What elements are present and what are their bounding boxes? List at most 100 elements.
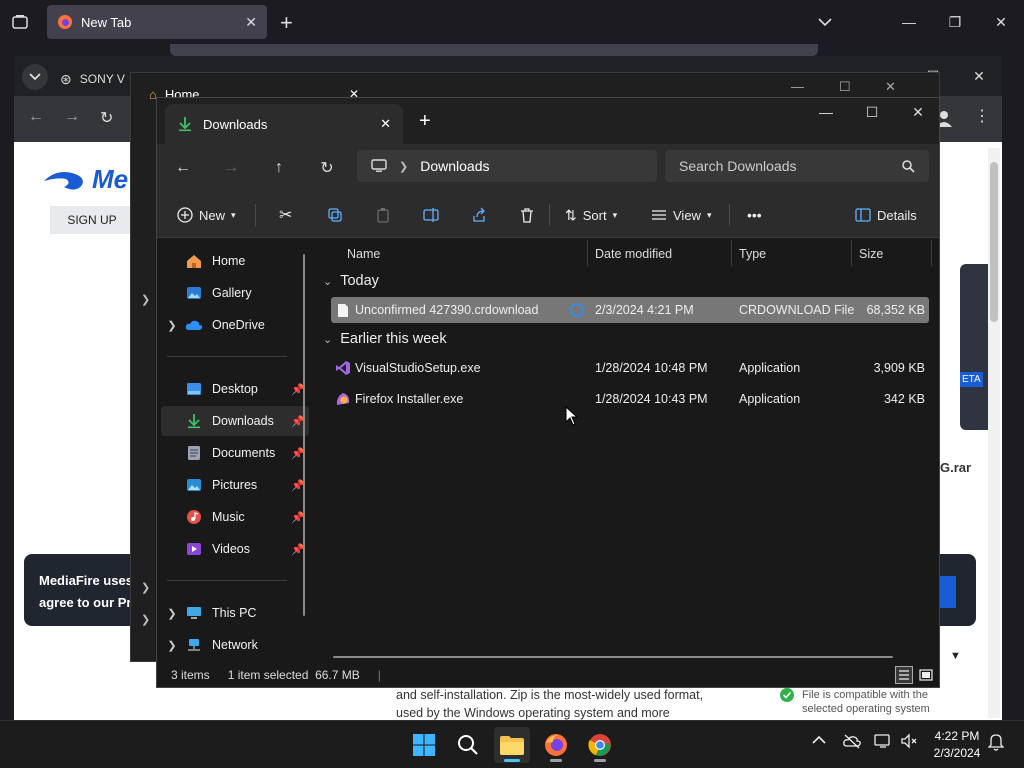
search-input[interactable]: Search Downloads bbox=[679, 158, 902, 174]
home-chevron-1[interactable]: ❯ bbox=[141, 293, 150, 306]
view-button[interactable]: View ▾ bbox=[643, 198, 719, 232]
details-pane-button[interactable]: Details bbox=[847, 198, 925, 232]
sidebar-item-gallery[interactable]: Gallery bbox=[161, 278, 309, 308]
home-max-icon[interactable]: ☐ bbox=[839, 79, 851, 95]
column-separator[interactable] bbox=[587, 240, 588, 266]
close-tab-icon[interactable]: ✕ bbox=[380, 116, 391, 132]
file-row-firefox-installer[interactable]: Firefox Installer.exe 1/28/2024 10:43 PM… bbox=[331, 386, 929, 412]
column-separator[interactable] bbox=[731, 240, 732, 266]
share-button[interactable] bbox=[463, 198, 495, 232]
chrome-menu-icon[interactable]: ⋮ bbox=[974, 106, 990, 126]
taskbar-file-explorer[interactable] bbox=[494, 727, 530, 763]
forward-arrow-icon[interactable]: → bbox=[213, 150, 249, 186]
back-arrow-icon[interactable]: ← bbox=[165, 150, 201, 186]
home-chevron-3[interactable]: ❯ bbox=[141, 613, 150, 626]
pin-icon[interactable]: 📌 bbox=[291, 543, 309, 556]
details-view-toggle-icon[interactable] bbox=[895, 666, 913, 684]
sidebar-item-documents[interactable]: Documents 📌 bbox=[161, 438, 309, 468]
cut-button[interactable]: ✂ bbox=[271, 198, 300, 232]
close-window-icon[interactable]: ✕ bbox=[978, 0, 1024, 44]
horizontal-scrollbar[interactable] bbox=[333, 656, 893, 658]
expand-chevron-icon[interactable]: ❯ bbox=[161, 319, 183, 332]
pin-icon[interactable]: 📌 bbox=[291, 479, 309, 492]
copy-button[interactable] bbox=[319, 198, 351, 232]
address-bar[interactable]: ❯ Downloads bbox=[357, 150, 657, 182]
sort-button[interactable]: ⇅ Sort ▾ bbox=[557, 198, 625, 232]
paste-button[interactable] bbox=[367, 198, 399, 232]
tray-overflow-chevron-icon[interactable] bbox=[812, 735, 826, 745]
view-list-icon bbox=[651, 209, 667, 221]
explorer-close-icon[interactable]: ✕ bbox=[895, 98, 941, 126]
scroll-down-arrow-icon[interactable]: ▼ bbox=[950, 650, 961, 662]
column-separator[interactable] bbox=[931, 240, 932, 266]
group-header-earlier[interactable]: ⌄ Earlier this week bbox=[323, 326, 447, 352]
maximize-icon[interactable]: ❐ bbox=[932, 0, 978, 44]
search-button[interactable] bbox=[450, 727, 486, 763]
banner-accept-button[interactable] bbox=[940, 576, 956, 608]
reload-icon[interactable]: ↻ bbox=[100, 108, 113, 128]
pin-icon[interactable]: 📌 bbox=[291, 383, 309, 396]
taskbar-clock[interactable]: 4:22 PM 2/3/2024 bbox=[926, 728, 988, 762]
delete-button[interactable] bbox=[511, 198, 543, 232]
pin-icon[interactable]: 📌 bbox=[291, 447, 309, 460]
mediafire-logo[interactable]: Me bbox=[42, 164, 128, 195]
navigation-pane: Home Gallery ❯ OneDrive Desktop 📌 Downlo… bbox=[157, 238, 315, 663]
taskbar-chrome[interactable] bbox=[582, 727, 618, 763]
minimize-icon[interactable]: — bbox=[886, 0, 932, 44]
volume-muted-tray-icon[interactable] bbox=[900, 733, 918, 749]
column-header-date[interactable]: Date modified bbox=[595, 242, 672, 266]
forward-arrow-icon[interactable]: → bbox=[64, 108, 80, 126]
sidebar-item-desktop[interactable]: Desktop 📌 bbox=[161, 374, 309, 404]
group-header-today[interactable]: ⌄ Today bbox=[323, 268, 379, 294]
notification-bell-icon[interactable] bbox=[988, 733, 1004, 751]
sidebar-item-videos[interactable]: Videos 📌 bbox=[161, 534, 309, 564]
taskbar-firefox[interactable] bbox=[538, 727, 574, 763]
sidebar-item-pictures[interactable]: Pictures 📌 bbox=[161, 470, 309, 500]
network-tray-icon[interactable] bbox=[874, 733, 892, 749]
firefox-tab-new-tab[interactable]: New Tab ✕ bbox=[47, 5, 267, 39]
refresh-icon[interactable]: ↻ bbox=[309, 150, 345, 186]
new-tab-plus-icon[interactable]: + bbox=[419, 110, 431, 133]
up-arrow-icon[interactable]: ↑ bbox=[261, 150, 297, 186]
back-arrow-icon[interactable]: ← bbox=[28, 108, 44, 126]
sidebar-item-onedrive[interactable]: ❯ OneDrive bbox=[161, 310, 309, 340]
column-header-name[interactable]: Name bbox=[347, 242, 380, 266]
pin-icon[interactable]: 📌 bbox=[291, 511, 309, 524]
sign-up-button[interactable]: SIGN UP bbox=[50, 206, 134, 234]
home-close-icon[interactable]: ✕ bbox=[885, 79, 896, 95]
sidebar-scrollbar[interactable] bbox=[303, 254, 305, 616]
onedrive-tray-icon[interactable] bbox=[842, 733, 862, 749]
expand-chevron-icon[interactable]: ❯ bbox=[161, 607, 183, 620]
close-tab-icon[interactable]: ✕ bbox=[245, 14, 257, 31]
sidebar-item-network[interactable]: ❯ Network bbox=[161, 630, 309, 660]
chrome-scrollbar[interactable] bbox=[988, 148, 1000, 718]
explorer-maximize-icon[interactable]: ☐ bbox=[849, 98, 895, 126]
pin-icon[interactable]: 📌 bbox=[291, 415, 309, 428]
breadcrumb-current[interactable]: Downloads bbox=[420, 158, 489, 174]
file-row-visualstudio[interactable]: VisualStudioSetup.exe 1/28/2024 10:48 PM… bbox=[331, 355, 929, 381]
firefox-tab-list-icon[interactable] bbox=[10, 12, 30, 32]
column-separator[interactable] bbox=[851, 240, 852, 266]
column-header-size[interactable]: Size bbox=[859, 242, 883, 266]
explorer-minimize-icon[interactable]: — bbox=[803, 98, 849, 126]
expand-chevron-icon[interactable]: ❯ bbox=[161, 639, 183, 652]
sidebar-item-this-pc[interactable]: ❯ This PC bbox=[161, 598, 309, 628]
tiles-view-toggle-icon[interactable] bbox=[917, 666, 935, 684]
explorer-tab-downloads[interactable]: Downloads ✕ bbox=[165, 104, 403, 144]
home-min-icon[interactable]: — bbox=[791, 79, 804, 94]
sidebar-item-music[interactable]: Music 📌 bbox=[161, 502, 309, 532]
file-row-crdownload[interactable]: Unconfirmed 427390.crdownload 2/3/2024 4… bbox=[331, 297, 929, 323]
search-box[interactable]: Search Downloads bbox=[665, 150, 929, 182]
start-button[interactable] bbox=[406, 727, 442, 763]
sidebar-item-downloads[interactable]: Downloads 📌 bbox=[161, 406, 309, 436]
rename-button[interactable] bbox=[415, 198, 449, 232]
home-chevron-2[interactable]: ❯ bbox=[141, 581, 150, 594]
new-button[interactable]: New ▾ bbox=[169, 198, 244, 232]
tab-overflow-chevron-icon[interactable] bbox=[802, 0, 848, 44]
column-header-type[interactable]: Type bbox=[739, 242, 766, 266]
new-tab-plus-icon[interactable]: + bbox=[280, 10, 293, 36]
more-options-button[interactable]: ••• bbox=[739, 198, 770, 232]
chrome-close-icon[interactable]: ✕ bbox=[956, 56, 1002, 96]
chrome-tab-search-icon[interactable] bbox=[22, 64, 48, 90]
sidebar-item-home[interactable]: Home bbox=[161, 246, 309, 276]
